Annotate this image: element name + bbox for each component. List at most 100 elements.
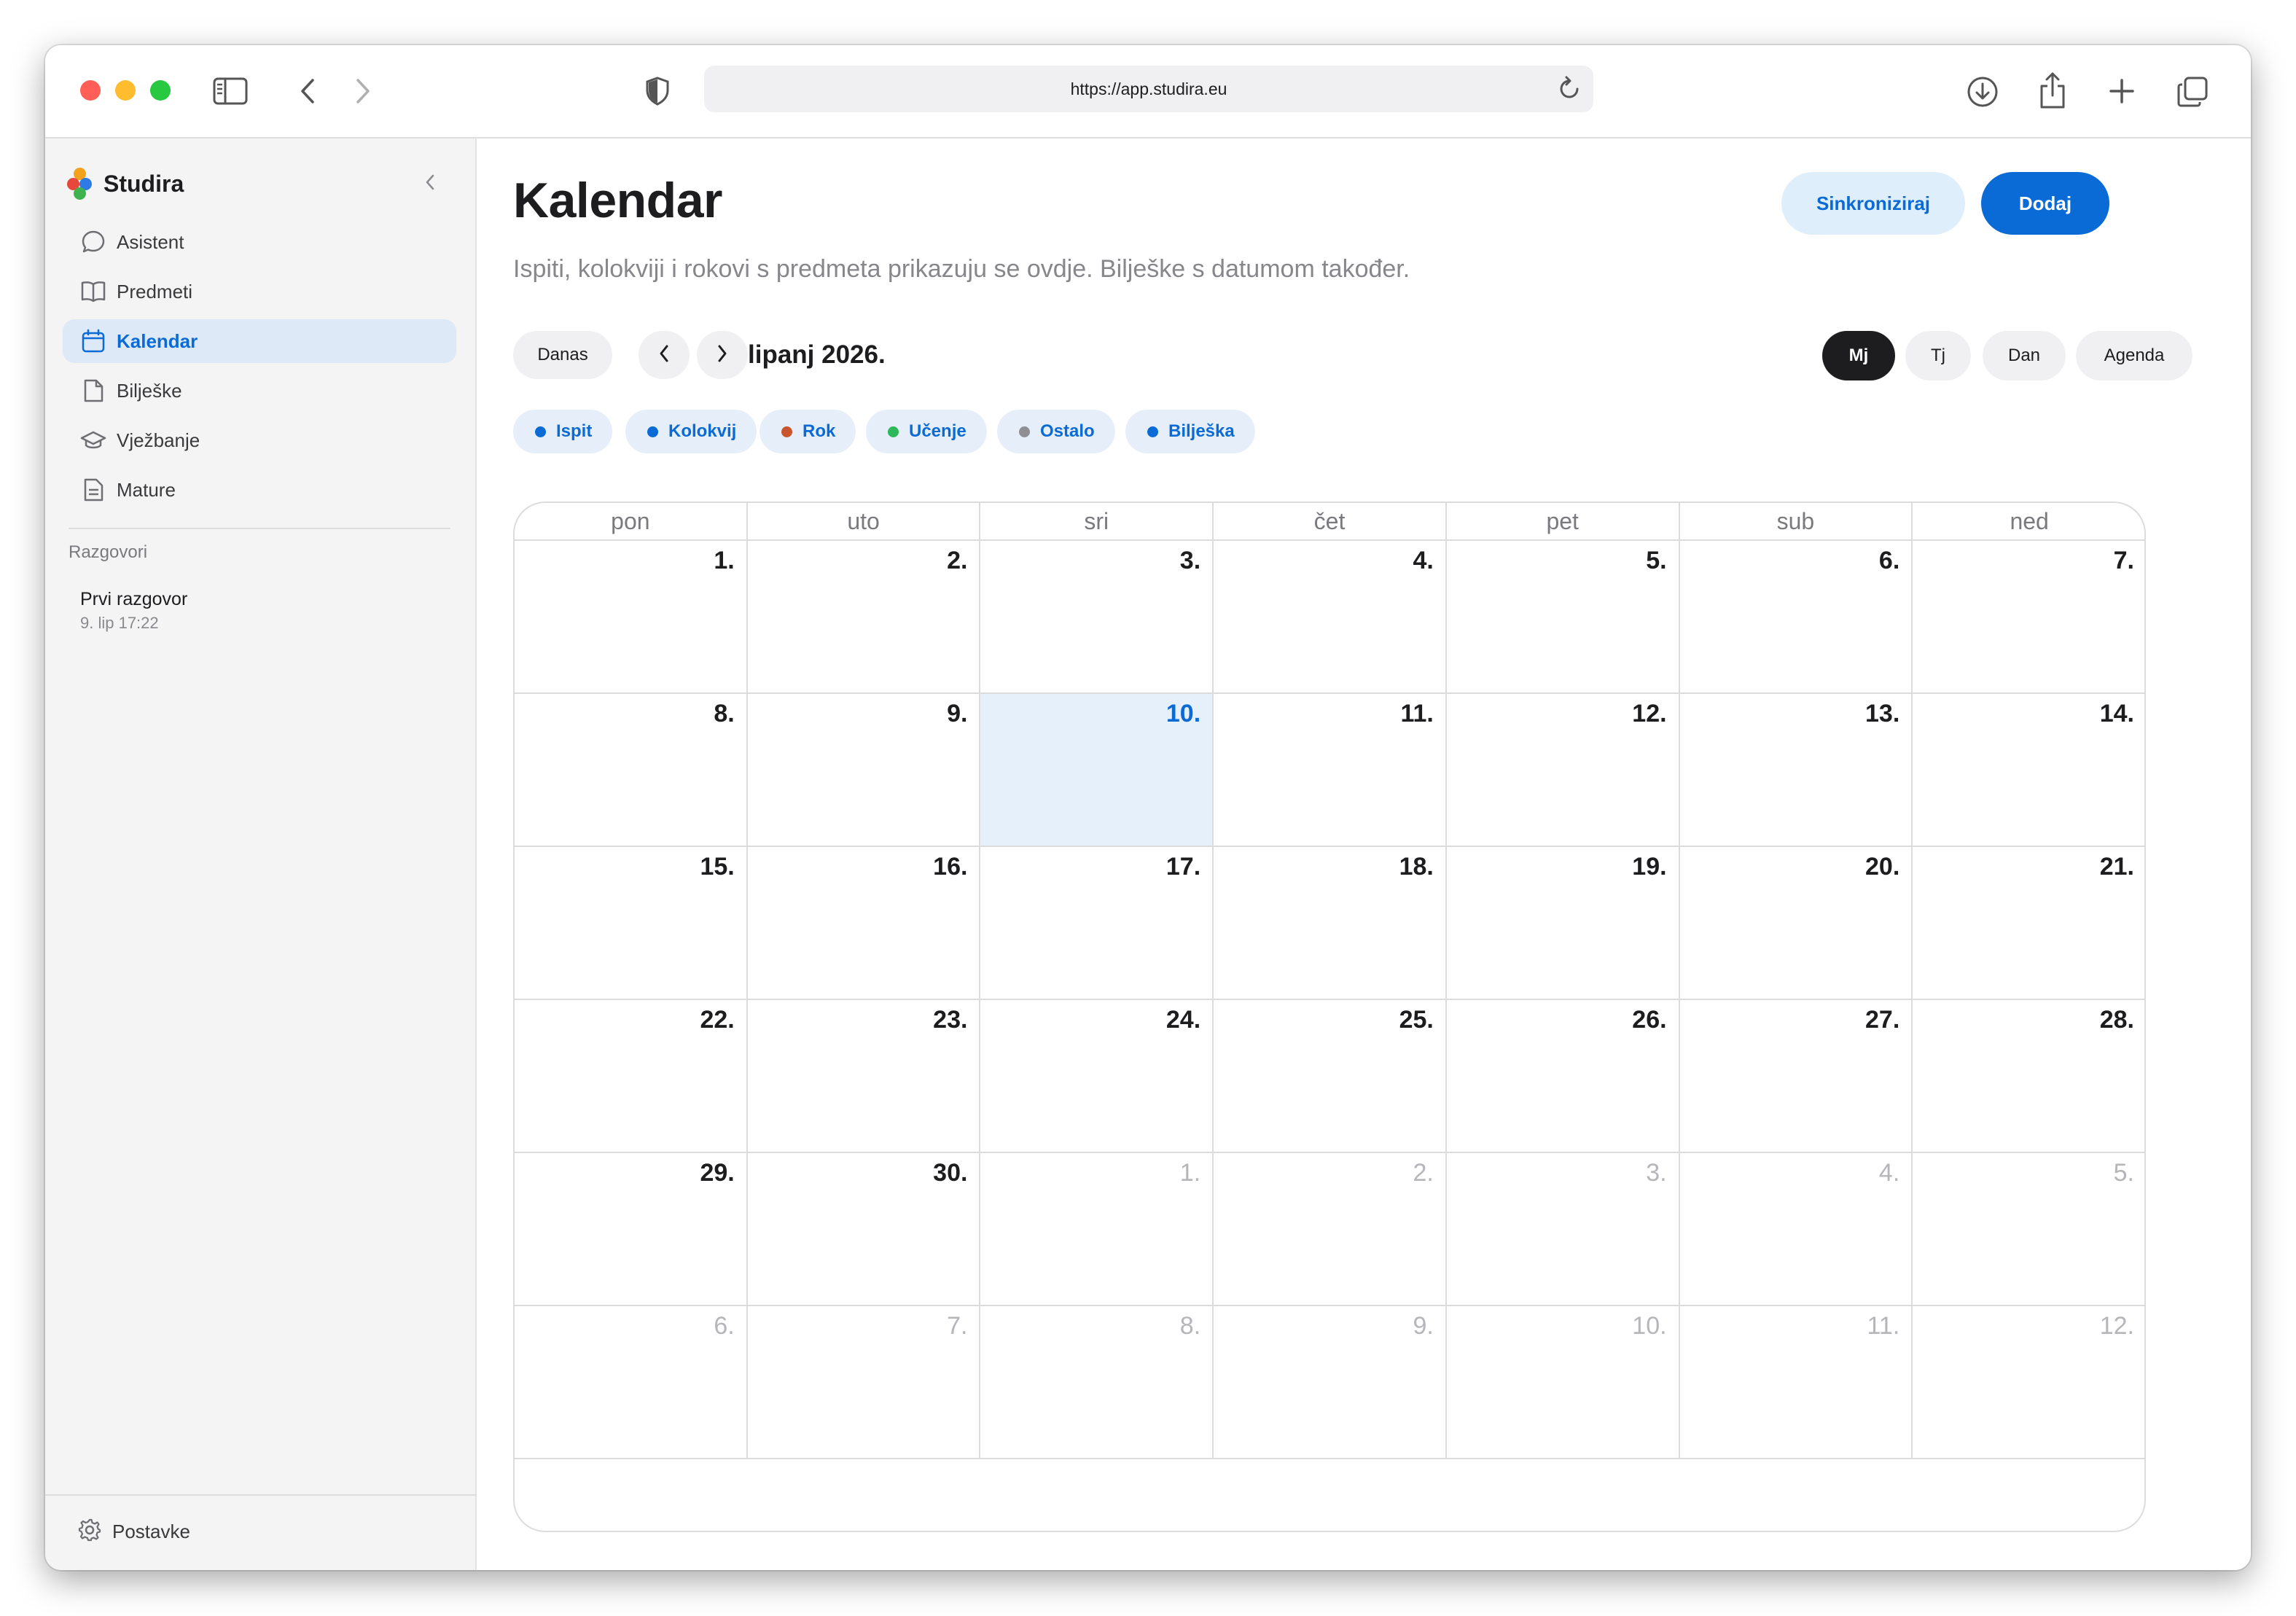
today-button[interactable]: Danas [513,331,612,379]
forward-icon[interactable] [348,74,378,108]
day-number: 11. [1400,700,1434,727]
sidebar-item-vjezbanje[interactable]: Vježbanje [63,418,456,462]
calendar-day[interactable]: 21. [1913,847,2144,1000]
calendar-day[interactable]: 3. [1446,1153,1680,1306]
calendar-day[interactable]: 15. [515,847,748,1000]
tab-overview-icon[interactable] [2174,73,2211,111]
page-subtitle: Ispiti, kolokviji i rokovi s predmeta pr… [513,255,1410,283]
calendar-day[interactable]: 7. [747,1306,981,1459]
calendar-day[interactable]: 10. [1446,1306,1680,1459]
filter-chip-kolokvij[interactable]: Kolokvij [625,410,757,453]
calendar-day[interactable]: 26. [1446,1000,1680,1153]
sync-button[interactable]: Sinkroniziraj [1781,172,1965,235]
brand[interactable]: Studira [67,166,184,201]
calendar-day[interactable]: 14. [1913,694,2144,847]
day-number: 4. [1878,1159,1900,1187]
day-number: 1. [714,547,735,574]
reload-icon[interactable] [1557,76,1582,106]
filter-chip-ostalo[interactable]: Ostalo [997,410,1115,453]
view-day-button[interactable]: Dan [1983,331,2066,380]
calendar-day[interactable]: 12. [1913,1306,2144,1459]
filter-chip-ucenje[interactable]: Učenje [866,410,987,453]
calendar-day[interactable]: 20. [1679,847,1913,1000]
calendar-day[interactable]: 25. [1214,1000,1447,1153]
calendar-day[interactable]: 5. [1446,541,1680,694]
calendar-day[interactable]: 12. [1446,694,1680,847]
calendar-day[interactable]: 28. [1913,1000,2144,1153]
weekday-header: ned [1913,503,2144,541]
filter-chip-ispit[interactable]: Ispit [513,410,613,453]
calendar-day[interactable]: 11. [1679,1306,1913,1459]
calendar-day[interactable]: 6. [515,1306,748,1459]
calendar-day[interactable]: 4. [1679,1153,1913,1306]
calendar-day[interactable]: 1. [515,541,748,694]
calendar-day[interactable]: 6. [1679,541,1913,694]
back-icon[interactable] [293,74,322,108]
calendar-day[interactable]: 24. [980,1000,1214,1153]
sidebar-item-predmeti[interactable]: Predmeti [63,270,456,313]
calendar-day[interactable]: 2. [747,541,981,694]
main-content: Kalendar Ispiti, kolokviji i rokovi s pr… [478,138,2251,1570]
calendar-day[interactable]: 18. [1214,847,1447,1000]
previous-month-button[interactable] [639,331,690,379]
calendar-day[interactable]: 4. [1214,541,1447,694]
view-week-button[interactable]: Tj [1905,331,1971,380]
chevron-left-icon [658,344,670,367]
view-month-button[interactable]: Mj [1822,331,1895,380]
calendar-day[interactable]: 30. [747,1153,981,1306]
zoom-window-button[interactable] [150,80,171,101]
calendar-day[interactable]: 3. [980,541,1214,694]
add-button[interactable]: Dodaj [1981,172,2109,235]
day-number: 23. [933,1006,968,1034]
settings-button[interactable]: Postavke [77,1518,190,1546]
sidebar-item-biljeske[interactable]: Bilješke [63,369,456,413]
calendar-day[interactable]: 19. [1446,847,1680,1000]
calendar-day[interactable]: 13. [1679,694,1913,847]
filter-chip-rok[interactable]: Rok [760,410,856,453]
calendar-day[interactable]: 16. [747,847,981,1000]
calendar-day[interactable]: 8. [980,1306,1214,1459]
day-number: 30. [933,1159,968,1187]
browser-window: https://app.studira.eu Studira Asistent … [45,45,2251,1570]
filter-chip-biljeska[interactable]: Bilješka [1125,410,1255,453]
calendar-grid: pon uto sri čet pet sub ned 1. 2. 3. 4. 5. 6. 7. 8. 9. 1… [515,503,2144,1459]
minimize-window-button[interactable] [115,80,136,101]
calendar-day[interactable]: 8. [515,694,748,847]
calendar-day[interactable]: 9. [1214,1306,1447,1459]
next-month-button[interactable] [697,331,748,379]
sidebar-item-kalendar[interactable]: Kalendar [63,319,456,363]
calendar-day[interactable]: 1. [980,1153,1214,1306]
downloads-icon[interactable] [1964,73,2002,111]
calendar-day[interactable]: 9. [747,694,981,847]
address-bar[interactable]: https://app.studira.eu [704,66,1593,112]
calendar-day[interactable]: 11. [1214,694,1447,847]
calendar-day[interactable]: 7. [1913,541,2144,694]
sidebar-item-label: Predmeti [117,280,193,302]
calendar-day[interactable]: 23. [747,1000,981,1153]
collapse-sidebar-icon[interactable] [424,173,436,195]
calendar-day[interactable]: 5. [1913,1153,2144,1306]
calendar-day-today[interactable]: 10. [980,694,1214,847]
calendar-day[interactable]: 17. [980,847,1214,1000]
color-dot-icon [1019,426,1030,437]
day-number: 7. [947,1312,968,1340]
new-tab-icon[interactable] [2105,74,2139,108]
color-dot-icon [647,426,658,437]
share-icon[interactable] [2034,69,2072,112]
calendar-day[interactable]: 22. [515,1000,748,1153]
calendar-day[interactable]: 2. [1214,1153,1447,1306]
sidebar-toggle-icon[interactable] [211,74,249,108]
calendar-day[interactable]: 27. [1679,1000,1913,1153]
day-number: 6. [714,1312,735,1340]
view-agenda-button[interactable]: Agenda [2076,331,2192,380]
sidebar-item-mature[interactable]: Mature [63,468,456,512]
close-window-button[interactable] [80,80,101,101]
weekday-header: pet [1446,503,1680,541]
sidebar-item-asistent[interactable]: Asistent [63,220,456,264]
privacy-shield-icon[interactable] [643,74,672,108]
month-calendar: pon uto sri čet pet sub ned 1. 2. 3. 4. 5. 6. 7. 8. 9. 1… [513,501,2146,1532]
day-number: 9. [947,700,968,727]
conversation-item[interactable]: Prvi razgovor [80,589,187,610]
day-number: 28. [2099,1006,2134,1034]
calendar-day[interactable]: 29. [515,1153,748,1306]
